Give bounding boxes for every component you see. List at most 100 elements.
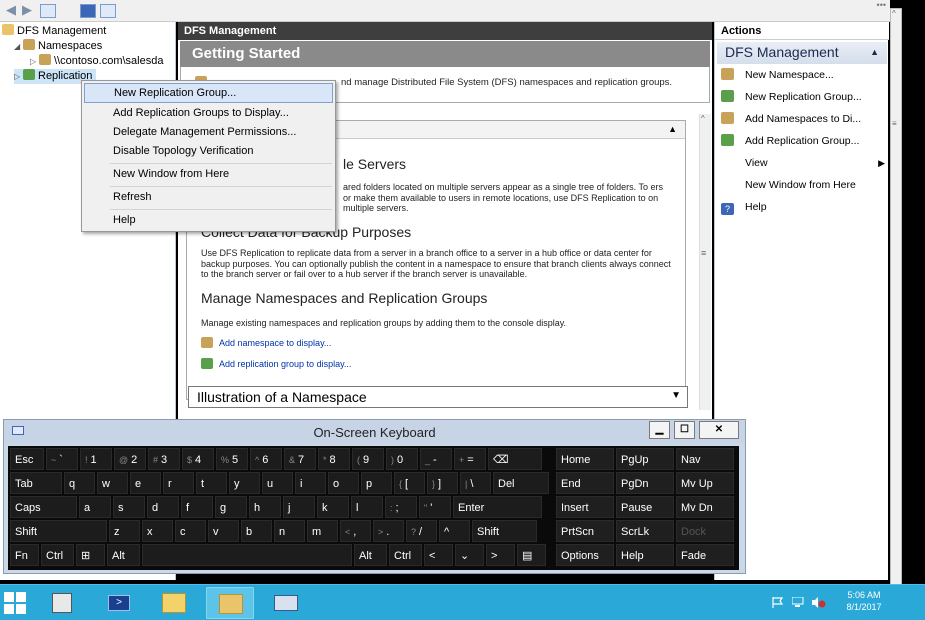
minimize-button[interactable]: ▁ xyxy=(649,421,670,439)
action-add-replication-group[interactable]: Add Replication Group... xyxy=(721,132,859,150)
key-l[interactable]: l xyxy=(351,496,383,518)
menu-disable-topology[interactable]: Disable Topology Verification xyxy=(84,141,333,161)
key-Caps[interactable]: Caps xyxy=(10,496,77,518)
action-new-namespace[interactable]: New Namespace... xyxy=(721,66,834,84)
key-o[interactable]: o xyxy=(328,472,359,494)
taskbar-dfs-management[interactable] xyxy=(206,587,254,619)
key-x-x[interactable]: | \ xyxy=(460,472,491,494)
add-namespace-link[interactable]: Add namespace to display... xyxy=(201,337,331,348)
collapsed-arrow-icon[interactable]: ▷ xyxy=(14,69,23,84)
key-x-3[interactable]: #3 xyxy=(148,448,180,470)
key-pgdn[interactable]: PgDn xyxy=(616,472,674,494)
volume-muted-icon[interactable] xyxy=(812,597,826,608)
key-mv-up[interactable]: Mv Up xyxy=(676,472,734,494)
key-x-5[interactable]: % 5 xyxy=(216,448,248,470)
taskbar-server-manager[interactable] xyxy=(38,587,86,619)
window-scrollbar[interactable]: ^ ≡ xyxy=(890,8,902,586)
key-pause[interactable]: Pause xyxy=(616,496,674,518)
key-fade[interactable]: Fade xyxy=(676,544,734,566)
key-Ctrl[interactable]: Ctrl xyxy=(41,544,74,566)
results-scrollbar[interactable]: ^ ≡ xyxy=(699,114,711,410)
collapse-triangle-icon[interactable]: ▲ xyxy=(668,124,677,134)
key-Fn[interactable]: Fn xyxy=(10,544,39,566)
expanded-arrow-icon[interactable]: ◢ xyxy=(14,39,23,54)
help-toolbar-icon[interactable] xyxy=(80,4,96,18)
key-insert[interactable]: Insert xyxy=(556,496,614,518)
key-Enter[interactable]: Enter xyxy=(453,496,542,518)
taskbar-file-explorer[interactable] xyxy=(150,587,198,619)
key-e[interactable]: e xyxy=(130,472,161,494)
key-z[interactable]: z xyxy=(109,520,140,542)
key-p[interactable]: p xyxy=(361,472,392,494)
key-x[interactable]: > xyxy=(486,544,515,566)
key-Tab[interactable]: Tab xyxy=(10,472,62,494)
key-nav[interactable]: Nav xyxy=(676,448,734,470)
system-clock[interactable]: 5:06 AM 8/1/2017 xyxy=(840,589,888,613)
tree-item-dfs-management[interactable]: DFS Management xyxy=(2,24,106,39)
key-x-x[interactable]: ~ ` xyxy=(46,448,78,470)
key-x[interactable]: ⌫ xyxy=(488,448,542,470)
key-x-7[interactable]: & 7 xyxy=(284,448,316,470)
menu-refresh[interactable]: Refresh xyxy=(84,187,333,207)
key-x-2[interactable]: @2 xyxy=(114,448,146,470)
key-j[interactable]: j xyxy=(283,496,315,518)
action-help[interactable]: ? Help xyxy=(721,198,767,216)
back-arrow-icon[interactable]: ◀ xyxy=(6,2,16,18)
key-s[interactable]: s xyxy=(113,496,145,518)
key-x-x[interactable]: <, xyxy=(340,520,371,542)
osk-title-bar[interactable]: On-Screen Keyboard ▁ ☐ ✕ xyxy=(4,420,745,444)
key-x-8[interactable]: * 8 xyxy=(318,448,350,470)
action-new-replication-group[interactable]: New Replication Group... xyxy=(721,88,862,106)
collapse-section-icon[interactable]: ▲ xyxy=(870,47,879,57)
key-scrlk[interactable]: ScrLk xyxy=(616,520,674,542)
show-hide-action-pane-icon[interactable] xyxy=(100,4,116,18)
key-r[interactable]: r xyxy=(163,472,194,494)
tree-item-namespace[interactable]: ▷ \\contoso.com\salesda xyxy=(30,54,163,69)
action-new-window[interactable]: New Window from Here xyxy=(745,176,856,194)
taskbar-on-screen-keyboard[interactable] xyxy=(262,587,310,619)
key-Shift[interactable]: Shift xyxy=(10,520,107,542)
key-Del[interactable]: Del xyxy=(493,472,549,494)
key-m[interactable]: m xyxy=(307,520,338,542)
menu-new-window[interactable]: New Window from Here xyxy=(84,164,333,184)
key-n[interactable]: n xyxy=(274,520,305,542)
scroll-up-icon[interactable]: ^ xyxy=(701,114,705,123)
key-h[interactable]: h xyxy=(249,496,281,518)
scroll-thumb-grip-icon[interactable]: ≡ xyxy=(892,119,897,128)
key-a[interactable]: a xyxy=(79,496,111,518)
flag-icon[interactable] xyxy=(772,597,784,608)
key-Esc[interactable]: Esc xyxy=(10,448,44,470)
key-x-x[interactable]: " ' xyxy=(419,496,451,518)
menu-new-replication-group[interactable]: New Replication Group... xyxy=(84,83,333,103)
key-b[interactable]: b xyxy=(241,520,272,542)
key-x-x[interactable]: + = xyxy=(454,448,486,470)
key-x[interactable]: ▤ xyxy=(517,544,546,566)
menu-add-replication-groups[interactable]: Add Replication Groups to Display... xyxy=(84,103,333,123)
key-k[interactable]: k xyxy=(317,496,349,518)
key-x-x[interactable]: }] xyxy=(427,472,458,494)
action-add-namespaces[interactable]: Add Namespaces to Di... xyxy=(721,110,861,128)
key-x-x[interactable]: {[ xyxy=(394,472,425,494)
actions-section-header[interactable]: DFS Management ▲ xyxy=(717,42,887,64)
key-y[interactable]: y xyxy=(229,472,260,494)
key-Shift[interactable]: Shift xyxy=(472,520,537,542)
action-view[interactable]: View ▶ xyxy=(745,154,885,172)
add-replication-group-link[interactable]: Add replication group to display... xyxy=(201,358,351,369)
key-dock[interactable]: Dock xyxy=(676,520,734,542)
key-x[interactable]: x xyxy=(142,520,173,542)
key-g[interactable]: g xyxy=(215,496,247,518)
key-Alt[interactable]: Alt xyxy=(354,544,387,566)
key-home[interactable]: Home xyxy=(556,448,614,470)
start-button[interactable] xyxy=(0,587,36,619)
key-pgup[interactable]: PgUp xyxy=(616,448,674,470)
key-f[interactable]: f xyxy=(181,496,213,518)
illustration-section[interactable]: Illustration of a Namespace ▼ xyxy=(188,386,688,408)
key-Ctrl[interactable]: Ctrl xyxy=(389,544,422,566)
maximize-button[interactable]: ☐ xyxy=(674,421,695,439)
key-options[interactable]: Options xyxy=(556,544,614,566)
key-x-9[interactable]: (9 xyxy=(352,448,384,470)
key-space[interactable] xyxy=(142,544,352,566)
taskbar-powershell[interactable]: > xyxy=(94,587,142,619)
show-hide-tree-icon[interactable] xyxy=(40,4,56,18)
key-w[interactable]: w xyxy=(97,472,128,494)
